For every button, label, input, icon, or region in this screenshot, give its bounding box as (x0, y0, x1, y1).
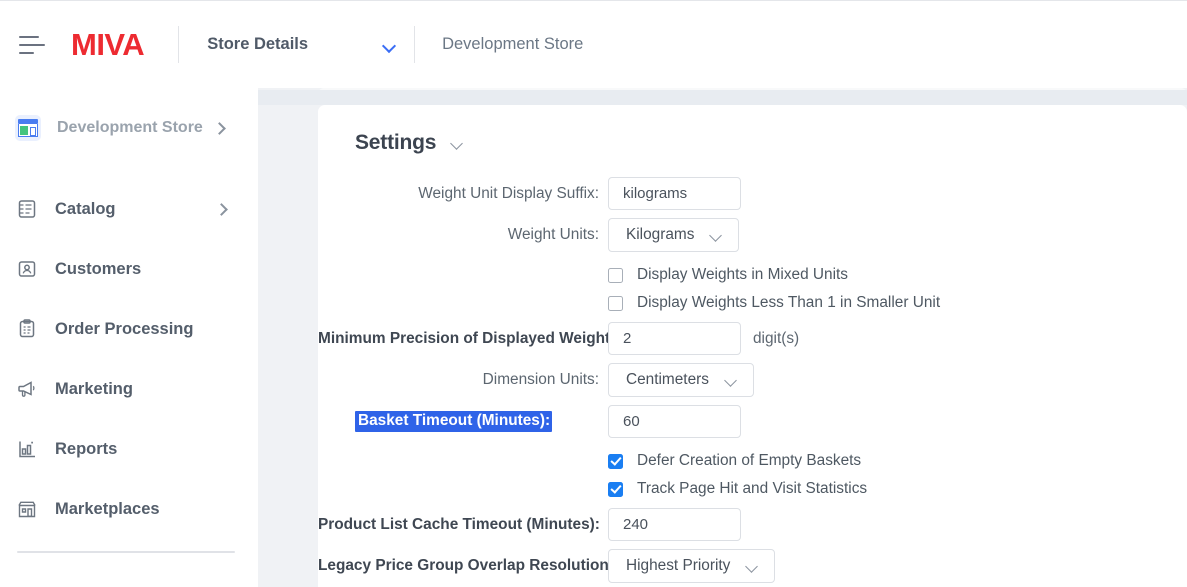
sidebar-item-marketing[interactable]: Marketing (0, 359, 258, 419)
sidebar-nav: Catalog Customers Order Processing Marke… (0, 179, 258, 539)
sidebar-divider (17, 551, 235, 553)
track-page-hits-checkbox[interactable] (608, 481, 623, 497)
sidebar-label-reports: Reports (55, 439, 118, 458)
control-legacy-price-group: Highest Priority (608, 549, 776, 583)
control-weight-units: Kilograms (608, 218, 740, 252)
marketplace-store-icon (15, 497, 39, 521)
control-min-precision: digit(s) (608, 322, 799, 355)
control-basket-timeout (608, 405, 741, 438)
miva-logo: MIVA (71, 27, 145, 62)
top-header: MIVA Store Details Development Store (0, 0, 1187, 88)
sidebar-item-marketplaces[interactable]: Marketplaces (0, 479, 258, 539)
bar-chart-icon (15, 437, 39, 461)
sidebar-item-reports[interactable]: Reports (0, 419, 258, 479)
display-less-than-one-checkbox[interactable] (608, 295, 623, 311)
chevron-down-icon (710, 231, 723, 240)
sidebar-label-marketplaces: Marketplaces (55, 499, 160, 518)
label-weight-units: Weight Units: (507, 226, 599, 243)
sidebar-label-customers: Customers (55, 259, 142, 278)
min-precision-suffix: digit(s) (753, 329, 800, 347)
label-weight-unit-suffix: Weight Unit Display Suffix: (418, 184, 599, 202)
clipboard-icon (15, 317, 39, 341)
checkbox-row-display-less-than-one[interactable]: Display Weights Less Than 1 in Smaller U… (608, 294, 940, 312)
header-divider-2 (414, 26, 416, 63)
header-store-name: Development Store (442, 35, 584, 53)
settings-form: Weight Unit Display Suffix: Weight Units… (318, 177, 1187, 587)
checkbox-row-track-page-hits[interactable]: Track Page Hit and Visit Statistics (608, 480, 867, 498)
label-product-list-cache-timeout: Product List Cache Timeout (Minutes): (318, 515, 600, 533)
hamburger-icon[interactable] (19, 35, 45, 54)
chevron-right-icon (215, 124, 224, 133)
field-row-display-less-than-one: Display Weights Less Than 1 in Smaller U… (318, 292, 1187, 314)
settings-header: Settings (355, 131, 1187, 155)
legacy-price-group-value: Highest Priority (626, 557, 731, 574)
field-row-product-list-cache-timeout: Product List Cache Timeout (Minutes): (318, 508, 1187, 541)
display-mixed-units-checkbox[interactable] (608, 267, 623, 283)
sidebar-store-label: Development Store (57, 119, 203, 136)
catalog-list-icon (15, 197, 39, 221)
sidebar-item-order-processing[interactable]: Order Processing (0, 299, 258, 359)
weight-units-value: Kilograms (626, 226, 695, 243)
label-track-page-hits: Track Page Hit and Visit Statistics (637, 480, 868, 497)
sidebar-label-marketing: Marketing (55, 379, 133, 398)
dimension-units-value: Centimeters (626, 371, 709, 388)
app-root: MIVA Store Details Development Store Dev… (0, 0, 1187, 587)
label-display-mixed-units: Display Weights in Mixed Units (637, 266, 848, 283)
field-row-basket-timeout: Basket Timeout (Minutes): (318, 405, 1187, 438)
label-min-precision: Minimum Precision of Displayed Weight: (318, 329, 616, 347)
control-weight-unit-suffix (608, 177, 741, 210)
dimension-units-select[interactable]: Centimeters (608, 363, 754, 397)
customer-person-icon (15, 257, 39, 281)
settings-card: Settings Weight Unit Display Suffix: Wei… (318, 105, 1187, 587)
basket-timeout-input[interactable] (608, 405, 741, 438)
store-details-dropdown[interactable]: Store Details (179, 26, 414, 63)
label-basket-timeout: Basket Timeout (Minutes): (355, 411, 553, 432)
sidebar: Development Store Catalog Customers Orde… (0, 88, 258, 587)
sidebar-label-order-processing: Order Processing (55, 319, 194, 338)
label-display-less-than-one: Display Weights Less Than 1 in Smaller U… (637, 294, 941, 311)
defer-empty-baskets-checkbox[interactable] (608, 453, 623, 469)
field-row-weight-units: Weight Units: Kilograms (318, 218, 1187, 252)
content-top-band (258, 90, 1187, 105)
sidebar-item-development-store[interactable]: Development Store (0, 111, 258, 145)
checkbox-row-defer-empty-baskets[interactable]: Defer Creation of Empty Baskets (608, 452, 861, 470)
field-row-track-page-hits: Track Page Hit and Visit Statistics (318, 478, 1187, 500)
label-dimension-units: Dimension Units: (482, 371, 599, 388)
weight-unit-suffix-input[interactable] (608, 177, 741, 210)
chevron-down-icon[interactable] (451, 139, 464, 148)
chevron-down-icon (746, 562, 759, 571)
min-precision-input[interactable] (608, 322, 741, 355)
checkbox-row-display-mixed-units[interactable]: Display Weights in Mixed Units (608, 266, 848, 284)
chevron-down-icon (725, 376, 738, 385)
page-title: Settings (355, 131, 437, 154)
megaphone-icon (15, 377, 39, 401)
field-row-weight-unit-suffix: Weight Unit Display Suffix: (318, 177, 1187, 210)
weight-units-select[interactable]: Kilograms (608, 218, 740, 252)
field-row-display-mixed-units: Display Weights in Mixed Units (318, 264, 1187, 286)
store-details-label: Store Details (207, 35, 309, 53)
chevron-down-icon (383, 41, 396, 49)
legacy-price-group-select[interactable]: Highest Priority (608, 549, 776, 583)
chevron-right-icon (217, 205, 226, 214)
sidebar-item-customers[interactable]: Customers (0, 239, 258, 299)
storefront-icon (15, 115, 41, 141)
label-defer-empty-baskets: Defer Creation of Empty Baskets (637, 452, 862, 469)
product-list-cache-timeout-input[interactable] (608, 508, 741, 541)
label-wrap-basket-timeout: Basket Timeout (Minutes): (318, 411, 608, 432)
field-row-min-precision: Minimum Precision of Displayed Weight: d… (318, 322, 1187, 355)
sidebar-label-catalog: Catalog (55, 199, 116, 218)
label-legacy-price-group: Legacy Price Group Overlap Resolution: (318, 557, 614, 574)
control-dimension-units: Centimeters (608, 363, 754, 397)
control-product-list-cache-timeout (608, 508, 741, 541)
field-row-legacy-price-group: Legacy Price Group Overlap Resolution: H… (318, 549, 1187, 583)
sidebar-item-catalog[interactable]: Catalog (0, 179, 258, 239)
field-row-defer-empty-baskets: Defer Creation of Empty Baskets (318, 450, 1187, 472)
field-row-dimension-units: Dimension Units: Centimeters (318, 363, 1187, 397)
